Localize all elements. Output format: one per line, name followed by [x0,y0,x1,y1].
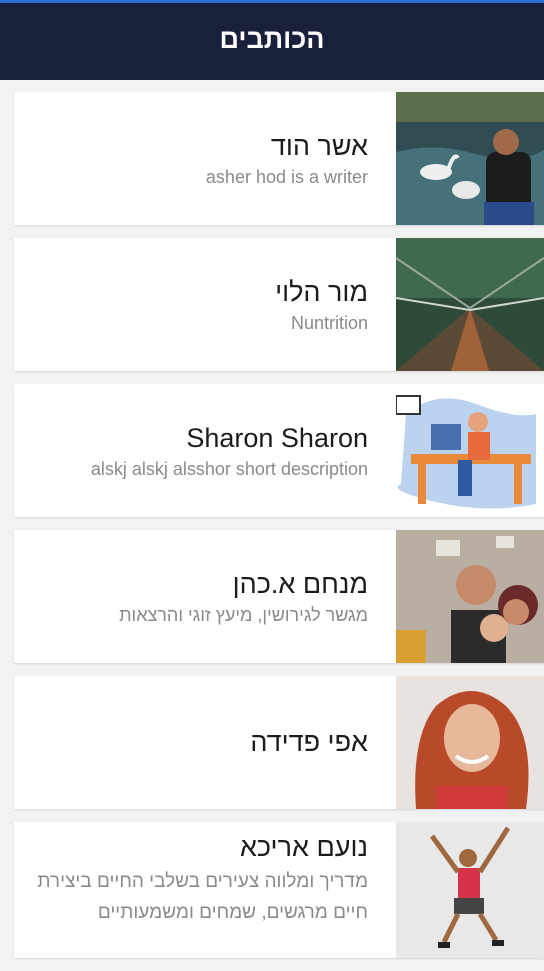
writer-description: מדריך ומלווה צעירים בשלבי החיים ביצירת ח… [37,871,368,923]
writer-info: אשר הוד asher hod is a writer [22,92,368,225]
writer-description: מגשר לגירושין, מיעץ זוגי והרצאות [119,604,368,625]
writer-info: אפי פדידה [22,676,368,809]
writer-name: Sharon Sharon [186,422,368,453]
writer-name: מנחם א.כהן [232,568,368,599]
writer-description: alskj alskj alsshor short description [90,458,368,479]
writer-photo [396,92,544,225]
writer-info: מור הלוי Nuntrition [22,238,368,371]
app-header: הכותבים [0,0,544,80]
writers-list: אשר הוד asher hod is a writer מור הלוי N… [14,92,544,971]
page-title: הכותבים [219,24,325,54]
writer-name: אפי פדידה [250,726,368,757]
writer-name: אשר הוד [270,130,368,161]
writer-card[interactable]: מור הלוי Nuntrition [14,238,544,371]
writer-description: Nuntrition [290,312,368,333]
writer-photo [396,384,544,517]
writer-name: נועם אריכא [239,832,368,862]
writer-name: מור הלוי [275,276,368,307]
writer-info: Sharon Sharon alskj alskj alsshor short … [22,384,368,517]
writer-photo [396,530,544,663]
writer-card[interactable]: נועם אריכא מדריך ומלווה צעירים בשלבי החי… [14,822,544,958]
writer-info: נועם אריכא מדריך ומלווה צעירים בשלבי החי… [22,822,368,958]
writer-photo [396,822,544,958]
writer-card[interactable]: אשר הוד asher hod is a writer [14,92,544,225]
writer-card[interactable]: Sharon Sharon alskj alskj alsshor short … [14,384,544,517]
writer-card[interactable]: אפי פדידה [14,676,544,809]
writer-photo [396,238,544,371]
writer-photo [396,676,544,809]
writer-card[interactable]: מנחם א.כהן מגשר לגירושין, מיעץ זוגי והרצ… [14,530,544,663]
writer-description: asher hod is a writer [205,166,368,187]
writer-info: מנחם א.כהן מגשר לגירושין, מיעץ זוגי והרצ… [22,530,368,663]
